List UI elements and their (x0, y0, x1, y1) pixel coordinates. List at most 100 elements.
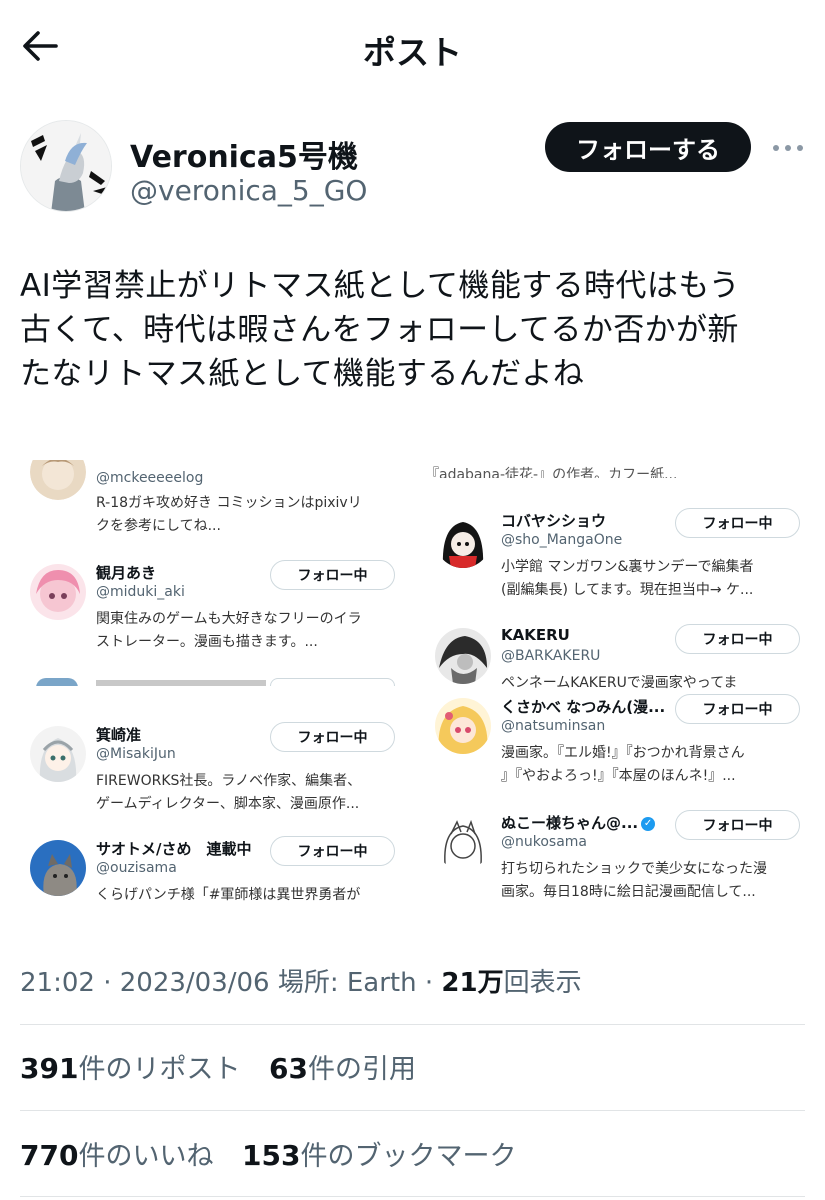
bio-line: 関東住みのゲームも大好きなフリーのイラ (96, 611, 362, 627)
author-handle[interactable]: @veronica_5_GO (130, 174, 367, 207)
tweet-text: AI学習禁止がリトマス紙として機能する時代はもう 古くて、時代は暇さんをフォロー… (20, 264, 810, 396)
bio-line: (副編集長) してます。現在担当中→ ケ... (501, 582, 754, 598)
bio-line: FIREWORKS社長。ラノベ作家、編集者、 (96, 773, 362, 789)
account-name: コバヤシショウ (501, 512, 607, 530)
follow-button[interactable]: フォローする (545, 122, 751, 172)
reposts-label: 件のリポスト (78, 1054, 241, 1085)
post-meta: 21:02 · 2023/03/06 場所: Earth · 21万回表示 (20, 968, 582, 998)
account-bio: 漫画家。『エル婚!』『おつかれ背景さん 』『やおよろっ!』『本屋のほんネ!』..… (501, 742, 801, 788)
bio-line: 』『やおよろっ!』『本屋のほんネ!』... (501, 768, 736, 784)
following-button: フォロー中 (675, 810, 800, 840)
bio-line: 漫画家。『エル婚!』『おつかれ背景さん (501, 745, 745, 761)
following-button: フォロー中 (270, 560, 395, 590)
views-count: 21万 (441, 968, 504, 998)
account-bio: くらげパンチ様「#軍師様は異世界勇者が (96, 884, 396, 907)
avatar (435, 814, 491, 870)
account-handle: @natsuminsan (501, 718, 606, 734)
tweet-line: 古くて、時代は暇さんをフォローしてるか否かが新 (20, 312, 739, 348)
media-right-column: 『adabana-徒花-』の作者。カフー紙... コバヤシショウ @sho_Ma… (425, 460, 805, 915)
following-button: フォロー中 (270, 836, 395, 866)
account-bio: 関東住みのゲームも大好きなフリーのイラ ストレーター。漫画も描きます。... (96, 608, 396, 654)
following-button: フォロー中 (675, 508, 800, 538)
divider (20, 1024, 805, 1025)
list-item: 箕崎准 @MisakiJun フォロー中 FIREWORKS社長。ラノベ作家、編… (20, 722, 400, 842)
avatar (30, 460, 86, 500)
author-display-name[interactable]: Veronica5号機 (130, 132, 358, 176)
avatar (30, 840, 86, 896)
list-item: コバヤシショウ @sho_MangaOne フォロー中 小学館 マンガワン&裏サ… (425, 508, 805, 628)
account-name: くさかべ なつみん(漫... (501, 698, 666, 716)
account-name-text: ぬこー様ちゃん@... (501, 814, 639, 832)
avatar-image (21, 121, 111, 211)
bookmarks-label: 件のブックマーク (300, 1141, 517, 1172)
divider (20, 1196, 805, 1197)
likes-count: 770 (20, 1139, 79, 1172)
tweet-line: AI学習禁止がリトマス紙として機能する時代はもう (20, 268, 741, 304)
list-item: サオトメ/さめ 連載中 @ouzisama フォロー中 くらげパンチ様「#軍師様… (20, 836, 400, 915)
account-handle: @nukosama (501, 834, 588, 850)
author-row: Veronica5号機 @veronica_5_GO フォローする (0, 110, 825, 220)
post-location: 場所: Earth (277, 968, 417, 998)
avatar (30, 564, 86, 620)
bookmarks-stat[interactable]: 153件のブックマーク (242, 1134, 516, 1173)
quotes-stat[interactable]: 63件の引用 (269, 1047, 416, 1086)
likes-stat[interactable]: 770件のいいね (20, 1134, 213, 1173)
bio-line: ストレーター。漫画も描きます。... (96, 634, 318, 650)
verified-badge-icon: ✓ (641, 816, 656, 831)
bio-line: ペンネームKAKERUで漫画家やってま (501, 675, 738, 691)
bio-line: 小学館 マンガワン&裏サンデーで編集者 (501, 559, 754, 575)
bio-line: 画家。毎日18時に絵日記漫画配信して... (501, 884, 756, 900)
more-options-button[interactable] (768, 136, 808, 160)
post-date[interactable]: 2023/03/06 (120, 968, 270, 998)
quotes-count: 63 (269, 1052, 309, 1085)
author-avatar[interactable] (20, 120, 112, 212)
divider (20, 1110, 805, 1111)
list-item: くさかべ なつみん(漫... @natsuminsan フォロー中 漫画家。『エ… (425, 694, 805, 814)
bio-line: ゲームディレクター、脚本家、漫画原作... (96, 796, 360, 812)
account-bio: FIREWORKS社長。ラノベ作家、編集者、 ゲームディレクター、脚本家、漫画原… (96, 770, 396, 816)
account-handle: @MisakiJun (96, 746, 176, 762)
bio-line: くらげパンチ様「#軍師様は異世界勇者が (96, 887, 361, 903)
account-name: KAKERU (501, 626, 570, 644)
tweet-media-image[interactable]: @mckeeeeelog R-18ガキ攻め好き コミッションはpixivリ クを… (20, 460, 805, 915)
bio-line: 打ち切られたショックで美少女になった漫 (501, 861, 767, 877)
list-item: 観月あき @miduki_aki フォロー中 関東住みのゲームも大好きなフリーの… (20, 560, 400, 680)
cropped-bio-line: 『adabana-徒花-』の作者。カフー紙... (425, 467, 678, 478)
engagement-row-1: 391件のリポスト 63件の引用 (20, 1047, 436, 1086)
account-handle: @sho_MangaOne (501, 532, 623, 548)
ellipsis-icon (773, 145, 803, 151)
account-bio: 小学館 マンガワン&裏サンデーで編集者 (副編集長) してます。現在担当中→ ケ… (501, 556, 801, 602)
account-handle: @mckeeeeelog (96, 470, 204, 486)
list-item: ぬこー様ちゃん@... ✓ @nukosama フォロー中 打ち切られたショックで… (425, 810, 805, 915)
likes-label: 件のいいね (78, 1141, 214, 1172)
quotes-label: 件の引用 (308, 1054, 417, 1085)
tweet-line: たなリトマス紙として機能するんだよね (20, 356, 585, 392)
account-name: 箕崎准 (96, 726, 142, 744)
avatar (30, 726, 86, 782)
account-bio: 打ち切られたショックで美少女になった漫 画家。毎日18時に絵日記漫画配信して..… (501, 858, 801, 904)
media-left-column: @mckeeeeelog R-18ガキ攻め好き コミッションはpixivリ クを… (20, 460, 400, 915)
reposts-count: 391 (20, 1052, 79, 1085)
engagement-row-2: 770件のいいね 153件のブックマーク (20, 1134, 537, 1173)
following-button: フォロー中 (675, 694, 800, 724)
account-name: ぬこー様ちゃん@... ✓ (501, 812, 686, 833)
bio-line: クを参考にしてね... (96, 518, 221, 534)
bio-line: R-18ガキ攻め好き コミッションはpixivリ (96, 495, 362, 511)
following-button: フォロー中 (270, 722, 395, 752)
bookmarks-count: 153 (242, 1139, 301, 1172)
reposts-stat[interactable]: 391件のリポスト (20, 1047, 240, 1086)
page-title: ポスト (363, 33, 462, 72)
following-button: フォロー中 (675, 624, 800, 654)
account-name: 観月あき (96, 564, 157, 582)
avatar (435, 698, 491, 754)
account-handle: @ouzisama (96, 860, 177, 876)
cropped-row (20, 678, 400, 686)
post-time[interactable]: 21:02 (20, 968, 95, 998)
account-handle: @miduki_aki (96, 584, 185, 600)
account-name: サオトメ/さめ 連載中 (96, 840, 252, 858)
account-bio: R-18ガキ攻め好き コミッションはpixivリ クを参考にしてね... (96, 492, 396, 538)
views-label: 回表示 (503, 968, 582, 998)
top-bar: ポスト (0, 0, 825, 95)
account-handle: @BARKAKERU (501, 648, 601, 664)
avatar (435, 628, 491, 684)
